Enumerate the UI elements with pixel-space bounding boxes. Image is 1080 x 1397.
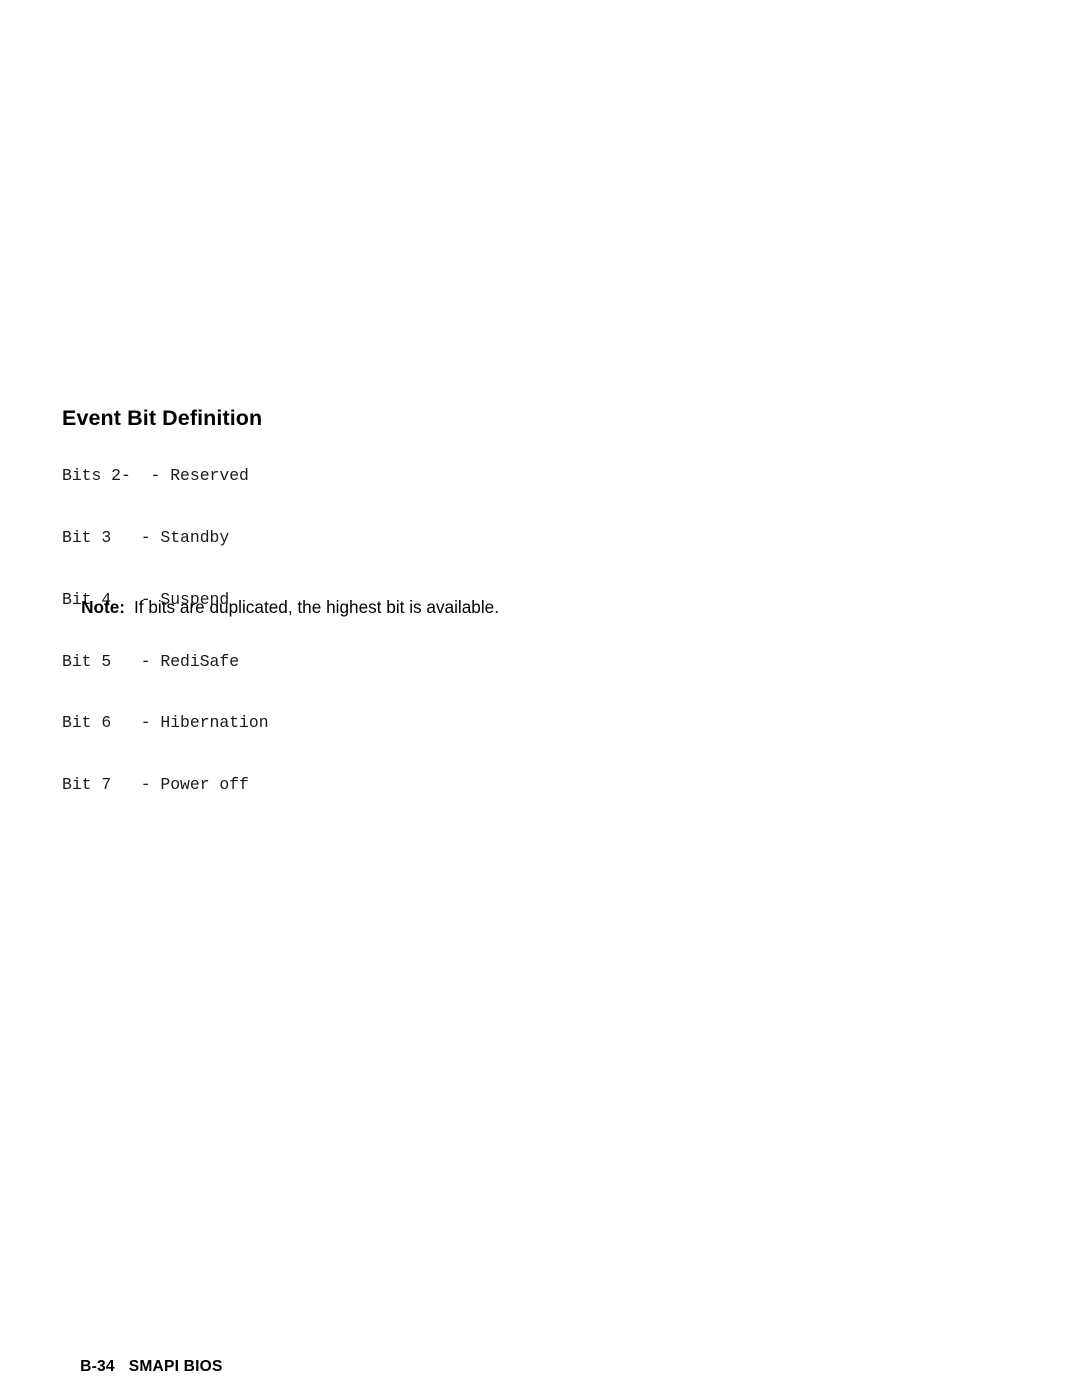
list-item: Bit 6 - Hibernation [62, 713, 269, 733]
note-block: Note: If bits are duplicated, the highest… [62, 574, 499, 640]
note-label: Note: [81, 597, 126, 618]
list-item: Bit 5 - RediSafe [62, 651, 240, 671]
list-item: Bit 3 - Standby [62, 527, 230, 547]
footer-page-number: B-34 [80, 1358, 115, 1375]
note-text: If bits are duplicated, the highest bit … [134, 597, 500, 618]
list-item: Bit 7 - Power off [62, 775, 249, 795]
document-page: Event Bit Definition Bits 2- - Reserved … [0, 0, 1080, 1397]
page-footer: B-34 SMAPI BIOS [62, 1337, 223, 1397]
footer-title: SMAPI BIOS [128, 1358, 223, 1375]
list-item: Bits 2- - Reserved [62, 466, 249, 486]
